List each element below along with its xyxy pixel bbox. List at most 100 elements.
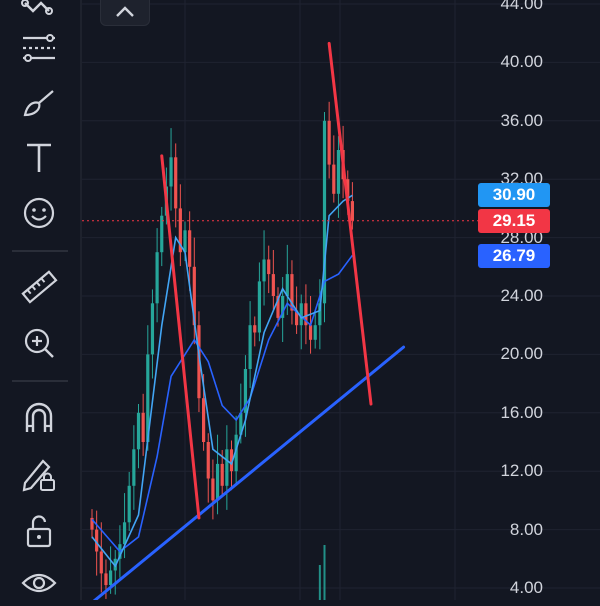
candlestick bbox=[160, 206, 164, 267]
candle-body bbox=[262, 259, 266, 282]
ruler-button[interactable] bbox=[16, 265, 62, 311]
brush-icon bbox=[23, 90, 54, 117]
price-axis-label: 20.00 bbox=[500, 344, 543, 364]
trading-chart-screen: 44.00 40.00 36.00 32.00 28.00 24.00 20.00 16.00… bbox=[0, 0, 600, 600]
candlestick bbox=[169, 128, 173, 211]
price-axis-label: 24.00 bbox=[500, 286, 543, 305]
collapse-button[interactable] bbox=[100, 0, 150, 26]
candlestick bbox=[253, 316, 257, 347]
candle-body bbox=[215, 463, 220, 501]
drawing-toolbar bbox=[0, 0, 80, 600]
candlestick bbox=[99, 522, 103, 593]
chevron-up-icon bbox=[116, 6, 134, 17]
toolbar-separator bbox=[12, 250, 68, 252]
pattern-tool-icon bbox=[21, 0, 53, 15]
candle-body bbox=[336, 150, 341, 194]
pencil-lock-icon bbox=[22, 459, 55, 492]
fib-retracement-button[interactable] bbox=[16, 25, 62, 71]
candle-body bbox=[127, 485, 131, 523]
candle-body bbox=[136, 412, 141, 450]
candle-body bbox=[183, 230, 187, 253]
candle-body bbox=[202, 398, 206, 442]
candle-body bbox=[257, 281, 261, 333]
candle-body bbox=[104, 573, 108, 586]
trendline bbox=[327, 41, 373, 406]
candle-body bbox=[122, 522, 127, 545]
candle-body bbox=[132, 449, 136, 486]
candle-body bbox=[206, 442, 210, 479]
text-tool-icon bbox=[27, 143, 51, 172]
candle-body bbox=[267, 259, 271, 275]
candlestick bbox=[290, 260, 294, 325]
candlestick bbox=[332, 135, 336, 203]
candle-body bbox=[225, 449, 229, 486]
unlock-icon bbox=[26, 515, 52, 548]
price-axis-label: 40.00 bbox=[500, 52, 543, 72]
candlestick bbox=[225, 425, 229, 510]
candlestick bbox=[229, 440, 234, 491]
zoom-in-button[interactable] bbox=[16, 320, 62, 366]
price-axis-label: 16.00 bbox=[500, 402, 543, 422]
candlestick bbox=[257, 262, 261, 342]
candlestick-series bbox=[90, 101, 354, 599]
toolbar-separator bbox=[12, 380, 68, 382]
candle-body bbox=[248, 325, 252, 369]
candlestick bbox=[322, 112, 327, 323]
ruler-icon bbox=[21, 270, 58, 304]
candlestick bbox=[136, 404, 141, 469]
candlestick bbox=[267, 245, 271, 294]
price-axis-label: 36.00 bbox=[500, 110, 543, 130]
candle-body bbox=[141, 412, 145, 442]
candlestick bbox=[262, 230, 266, 306]
emoji-icon bbox=[23, 197, 55, 229]
zoom-in-icon bbox=[24, 328, 54, 358]
candlestick bbox=[318, 279, 322, 350]
ma-slow-line bbox=[91, 254, 354, 553]
pattern-tool-button[interactable] bbox=[16, 0, 62, 24]
candle-body bbox=[299, 303, 303, 326]
candlestick bbox=[304, 284, 308, 345]
candlestick bbox=[271, 250, 275, 310]
candle-body bbox=[169, 157, 173, 187]
candle-body bbox=[99, 551, 103, 574]
trendlines bbox=[92, 41, 406, 600]
lock-drawing-button[interactable] bbox=[16, 450, 62, 496]
candlestick bbox=[206, 433, 210, 503]
volume-bars bbox=[318, 545, 326, 600]
candlestick bbox=[127, 471, 131, 532]
candle-body bbox=[188, 230, 192, 267]
toolbar-divider bbox=[80, 0, 82, 600]
price-axis-label: 12.00 bbox=[500, 461, 543, 481]
candle-body bbox=[327, 120, 331, 165]
candle-body bbox=[155, 252, 159, 304]
volume-bar bbox=[318, 565, 321, 600]
candle-body bbox=[350, 201, 354, 221]
text-tool-button[interactable] bbox=[16, 135, 62, 181]
moving-averages bbox=[91, 194, 354, 568]
brush-button[interactable] bbox=[16, 80, 62, 126]
price-axis-label: 4.00 bbox=[509, 578, 543, 597]
magnet-icon bbox=[25, 402, 53, 432]
price-axis-label: 44.00 bbox=[500, 0, 543, 13]
visibility-button[interactable] bbox=[16, 560, 62, 606]
price-axis-label: 8.00 bbox=[509, 519, 543, 539]
ma-fast-line bbox=[91, 194, 353, 568]
candle-body bbox=[253, 325, 257, 333]
candlestick bbox=[313, 311, 317, 349]
candlestick bbox=[141, 393, 145, 456]
candlestick bbox=[248, 301, 252, 388]
price-tag: 29.15 bbox=[478, 209, 550, 233]
candle-body bbox=[109, 570, 113, 586]
candlestick bbox=[155, 228, 159, 323]
unlock-button[interactable] bbox=[16, 507, 62, 553]
candlestick bbox=[150, 289, 155, 379]
candle-body bbox=[211, 478, 215, 501]
candlestick bbox=[174, 143, 178, 228]
magnet-button[interactable] bbox=[16, 395, 62, 441]
candle-body bbox=[308, 325, 313, 340]
candle-body bbox=[313, 325, 317, 340]
volume-bar bbox=[323, 545, 326, 600]
candlestick bbox=[178, 184, 182, 267]
candlestick bbox=[211, 459, 215, 520]
emoji-button[interactable] bbox=[16, 190, 62, 236]
